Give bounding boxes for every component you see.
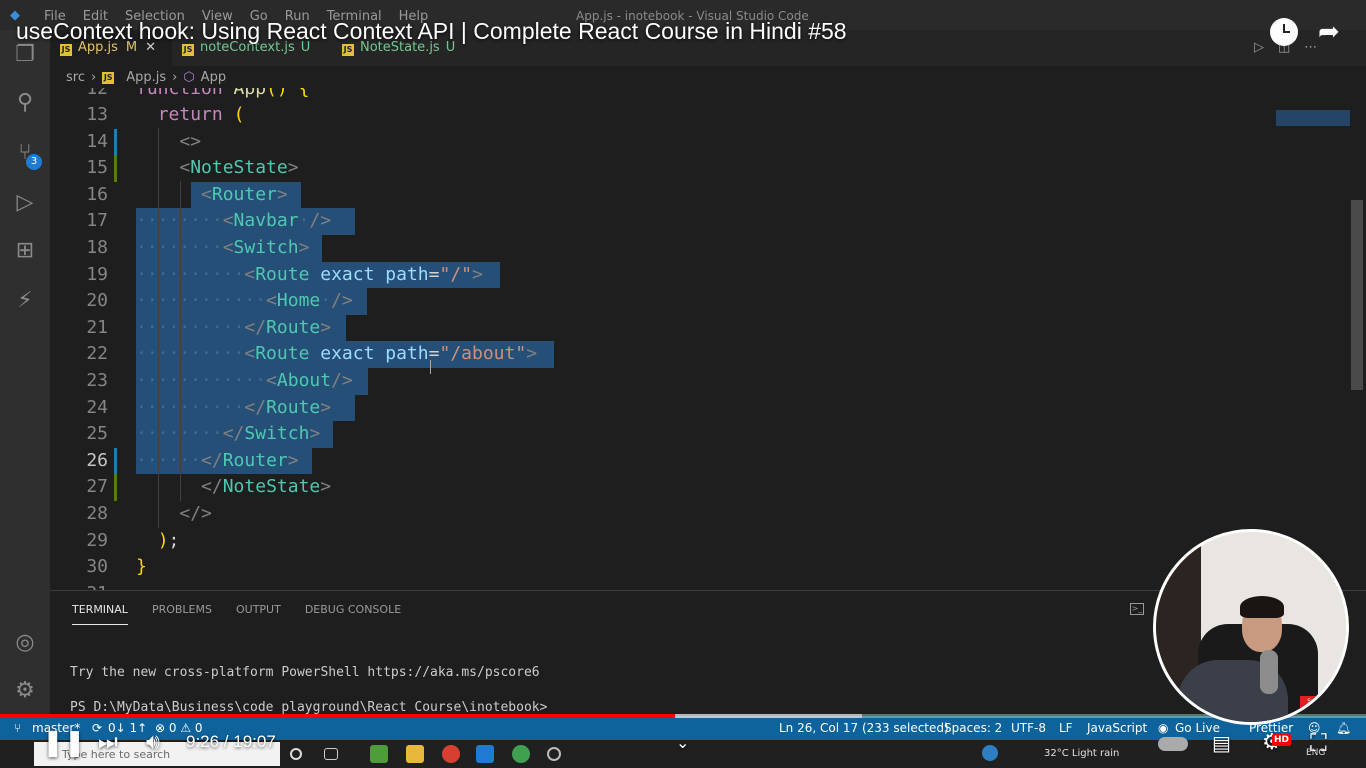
- line-number: 20: [86, 290, 108, 312]
- tab-problems[interactable]: PROBLEMS: [152, 603, 212, 625]
- code-line: 19 ··········<Route exact path="/">: [50, 261, 1350, 289]
- tab-debug-console[interactable]: DEBUG CONSOLE: [305, 603, 401, 625]
- video-title: useContext hook: Using React Context API…: [16, 18, 847, 44]
- code-editor[interactable]: 12 function App() { 13 return ( 14 <> 15…: [50, 88, 1350, 590]
- code-line: 25 ········</Switch>: [50, 421, 1350, 448]
- chevron-right-icon: ›: [90, 70, 97, 85]
- code-line: 31: [50, 581, 1350, 590]
- line-number: 19: [86, 263, 108, 285]
- breadcrumb: src › JS App.js › ⬡ App: [66, 70, 226, 85]
- line-number: 28: [86, 503, 108, 524]
- code-line: 30 }: [50, 554, 1350, 581]
- account-icon[interactable]: ◎: [12, 630, 38, 656]
- code-line: 20 ············<Home·/>: [50, 288, 1350, 315]
- minimap[interactable]: [1272, 88, 1352, 148]
- code-line: 14 <>: [50, 128, 1350, 156]
- js-file-icon: JS: [60, 44, 72, 56]
- settings-gear-icon[interactable]: ⚙: [12, 678, 38, 704]
- hd-badge: HD: [1272, 734, 1292, 746]
- code-line: 15 <NoteState>: [50, 155, 1350, 182]
- code-line: 13 return (: [50, 102, 1350, 129]
- line-number: 12: [86, 88, 108, 99]
- subscribe-sign: Subscribe: [1300, 696, 1344, 708]
- tab-output[interactable]: OUTPUT: [236, 603, 281, 625]
- code-line: 24 ··········</Route>: [50, 394, 1350, 422]
- line-number: 26: [86, 449, 108, 471]
- tab-terminal[interactable]: TERMINAL: [72, 603, 128, 625]
- remote-icon[interactable]: ⚡: [12, 288, 38, 314]
- panel-tabs: TERMINAL PROBLEMS OUTPUT DEBUG CONSOLE: [72, 603, 401, 625]
- terminal-line: Try the new cross-platform PowerShell ht…: [70, 665, 540, 680]
- video-time: 9:26 / 19:07: [186, 732, 276, 751]
- extensions-icon[interactable]: ⊞: [12, 238, 38, 264]
- vertical-scrollbar[interactable]: [1351, 200, 1363, 390]
- js-file-icon: JS: [342, 44, 354, 56]
- line-number: 21: [86, 316, 108, 338]
- breadcrumb-symbol[interactable]: App: [201, 70, 226, 85]
- code-line: 17 ········<Navbar·/>: [50, 208, 1350, 235]
- js-file-icon: JS: [182, 44, 194, 56]
- autoplay-toggle[interactable]: [1158, 737, 1188, 751]
- volume-icon[interactable]: 🔊︎: [146, 728, 160, 758]
- code-line: 22 ··········<Route exact path="/about">: [50, 341, 1350, 368]
- code-line: 16 <Router>: [50, 181, 1350, 209]
- line-number: 18: [86, 237, 108, 258]
- line-number: 23: [86, 370, 108, 391]
- code-line: 12 function App() {: [50, 88, 1350, 103]
- code-line: 23 ············<About/>: [50, 368, 1350, 395]
- line-number: 22: [86, 343, 108, 365]
- code-line: 29 );: [50, 528, 1350, 555]
- breadcrumb-src[interactable]: src: [66, 70, 85, 85]
- chevron-down-icon[interactable]: ⌄: [676, 728, 689, 758]
- played-bar: [0, 714, 675, 718]
- watch-later-icon[interactable]: [1270, 18, 1298, 46]
- line-number: 27: [86, 476, 108, 498]
- line-number: 24: [86, 396, 108, 418]
- more-actions-icon[interactable]: ⋯: [1304, 40, 1317, 55]
- activity-bar: ❐ ⚲ ⑂ 3 ▷ ⊞ ⚡ ◎ ⚙: [0, 30, 50, 716]
- line-number: 13: [86, 104, 108, 125]
- next-icon[interactable]: ⏭︎: [98, 728, 118, 758]
- terminal-prompt[interactable]: PS D:\MyData\Business\code playground\Re…: [70, 700, 547, 715]
- minimap-viewport: [1276, 110, 1350, 126]
- line-number: 17: [86, 210, 108, 232]
- line-number: 31: [50, 581, 108, 590]
- microphone: [1260, 650, 1278, 694]
- breadcrumb-file[interactable]: App.js: [126, 70, 166, 85]
- run-debug-icon[interactable]: ▷: [12, 190, 38, 216]
- pause-icon[interactable]: ❚❚: [42, 728, 86, 758]
- code-line: 18 ········<Switch>: [50, 235, 1350, 262]
- webcam-overlay: Subscribe: [1153, 529, 1349, 725]
- fullscreen-icon[interactable]: ⛶: [1310, 728, 1327, 758]
- code-line: 21 ··········</Route>: [50, 314, 1350, 342]
- js-file-icon: JS: [102, 71, 115, 84]
- code-line: 28 </>: [50, 501, 1350, 528]
- video-controls: ❚❚ ⏭︎ 🔊︎ 9:26 / 19:07 ⌄ ▤ ⚙ HD ⛶: [0, 728, 1366, 760]
- code-line: 26 ······</Router>: [50, 447, 1350, 475]
- line-number: 14: [86, 130, 108, 152]
- indent-guide: [180, 181, 181, 501]
- run-icon[interactable]: ▷: [1254, 40, 1264, 55]
- line-number: 16: [86, 183, 108, 205]
- text-cursor: [430, 360, 431, 374]
- line-number: 30: [86, 556, 108, 578]
- line-number: 15: [86, 157, 108, 179]
- chevron-right-icon: ›: [172, 70, 178, 85]
- line-number: 25: [86, 423, 108, 445]
- indent-guide: [158, 128, 159, 528]
- explorer-icon[interactable]: ❐: [12, 42, 38, 68]
- line-number: 29: [86, 529, 108, 551]
- symbol-icon: ⬡: [183, 70, 195, 85]
- share-icon[interactable]: ➦: [1318, 18, 1346, 46]
- search-icon[interactable]: ⚲: [12, 90, 38, 116]
- terminal-icon[interactable]: >_: [1130, 603, 1144, 615]
- subtitles-icon[interactable]: ▤: [1212, 728, 1231, 758]
- code-line: 27 </NoteState>: [50, 474, 1350, 501]
- source-control-badge: 3: [26, 154, 42, 170]
